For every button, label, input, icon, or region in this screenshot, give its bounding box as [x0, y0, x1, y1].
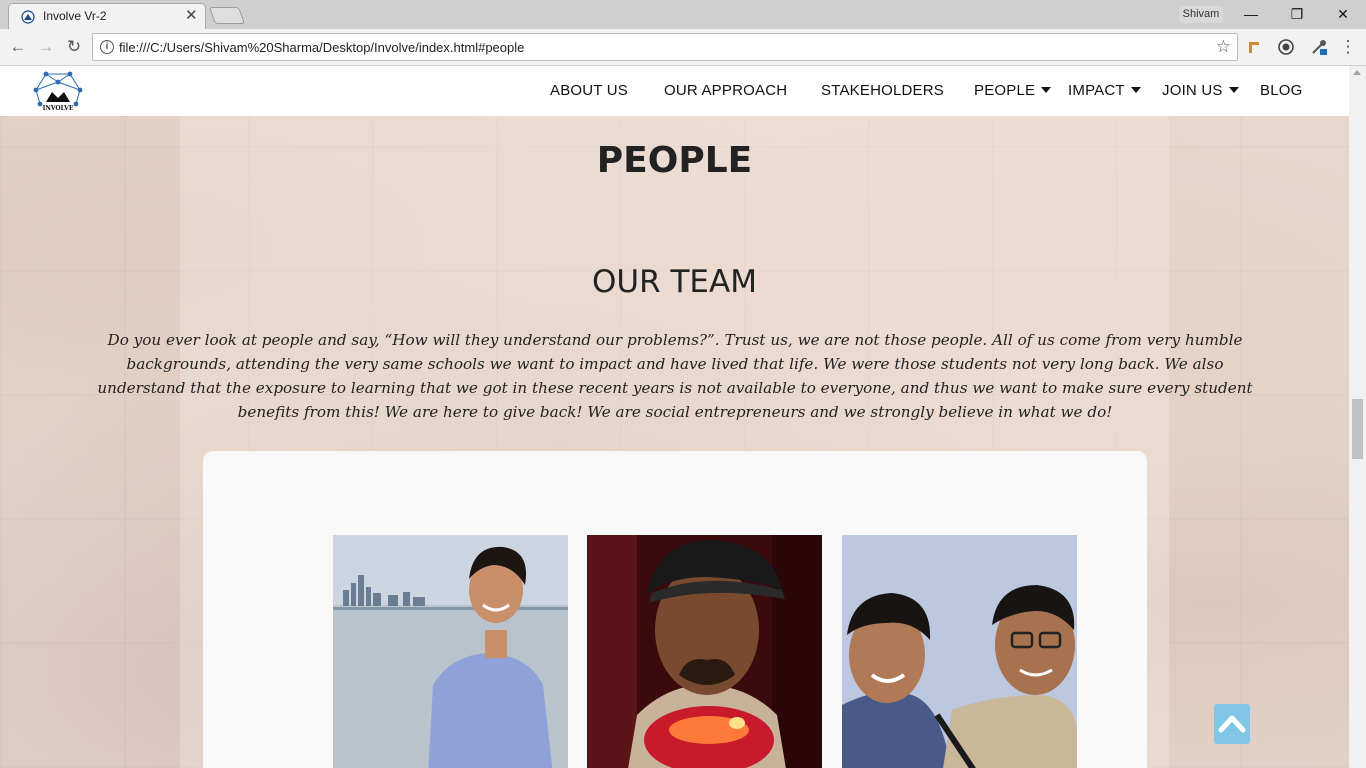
- nav-join-us[interactable]: JOIN US: [1162, 82, 1239, 99]
- browser-tab-active[interactable]: Involve Vr-2 ✕: [8, 3, 206, 29]
- nav-impact[interactable]: IMPACT: [1068, 82, 1141, 99]
- maximize-button[interactable]: ❐: [1282, 3, 1312, 25]
- nav-about-us[interactable]: ABOUT US: [550, 82, 628, 99]
- record-extension-icon[interactable]: [1277, 38, 1295, 56]
- dropdown-caret-icon: [1041, 87, 1052, 93]
- back-button[interactable]: ←: [8, 37, 28, 57]
- nav-our-approach[interactable]: OUR APPROACH: [664, 82, 787, 99]
- info-icon[interactable]: i: [100, 40, 114, 54]
- section-title: OUR TEAM: [592, 264, 757, 300]
- eyedropper-extension-icon[interactable]: [1310, 38, 1328, 56]
- bookmark-star-icon[interactable]: ☆: [1216, 37, 1231, 57]
- nav-people[interactable]: PEOPLE: [974, 82, 1052, 99]
- nav-blog[interactable]: BLOG: [1260, 82, 1302, 99]
- new-tab-button[interactable]: [208, 7, 246, 24]
- profile-button[interactable]: Shivam: [1179, 6, 1223, 23]
- browser-menu-icon[interactable]: ⋮: [1338, 37, 1358, 57]
- page-scrollbar[interactable]: [1349, 66, 1366, 768]
- team-intro-paragraph: Do you ever look at people and say, “How…: [97, 331, 1253, 421]
- nav-impact-label: IMPACT: [1068, 82, 1125, 99]
- page-title: PEOPLE: [596, 140, 753, 181]
- chevron-up-icon: [1218, 715, 1246, 733]
- dropdown-caret-icon: [1130, 87, 1141, 93]
- extension-icon[interactable]: [1246, 38, 1264, 56]
- involve-logo[interactable]: INVOLVE: [30, 68, 86, 114]
- close-window-button[interactable]: ✕: [1328, 3, 1358, 25]
- team-member-photo[interactable]: [842, 535, 1077, 768]
- address-url[interactable]: file:///C:/Users/Shivam%20Sharma/Desktop…: [119, 40, 524, 55]
- site-navbar: INVOLVE ABOUT US OUR APPROACH STAKEHOLDE…: [0, 66, 1349, 116]
- page-viewport: INVOLVE ABOUT US OUR APPROACH STAKEHOLDE…: [0, 66, 1349, 768]
- svg-text:INVOLVE: INVOLVE: [43, 105, 74, 112]
- nav-join-us-label: JOIN US: [1162, 82, 1223, 99]
- scroll-up-arrow-icon[interactable]: [1353, 70, 1361, 75]
- dropdown-caret-icon: [1228, 87, 1239, 93]
- team-member-photo[interactable]: [333, 535, 568, 768]
- team-card: [203, 451, 1147, 768]
- scrollbar-thumb[interactable]: [1352, 399, 1363, 459]
- tab-title: Involve Vr-2: [43, 9, 107, 23]
- nav-people-label: PEOPLE: [974, 82, 1036, 99]
- browser-toolbar: ← → ↻ i file:///C:/Users/Shivam%20Sharma…: [0, 29, 1366, 66]
- favicon-icon: [21, 10, 35, 24]
- tab-close-icon[interactable]: ✕: [185, 6, 198, 24]
- scroll-to-top-button[interactable]: [1214, 704, 1250, 744]
- reload-button[interactable]: ↻: [64, 37, 84, 57]
- nav-stakeholders[interactable]: STAKEHOLDERS: [821, 82, 944, 99]
- browser-tab-strip: Involve Vr-2 ✕ Shivam — ❐ ✕: [0, 0, 1366, 29]
- forward-button[interactable]: →: [36, 37, 56, 57]
- minimize-button[interactable]: —: [1236, 3, 1266, 25]
- address-bar[interactable]: i file:///C:/Users/Shivam%20Sharma/Deskt…: [92, 33, 1238, 61]
- team-member-photo[interactable]: [587, 535, 822, 768]
